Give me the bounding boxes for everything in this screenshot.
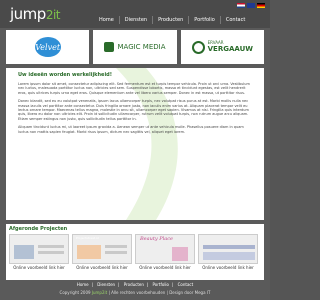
project-item[interactable]: Online voorbeeld link hier	[9, 234, 69, 272]
banner-magic-media[interactable]: MAGIC MEDIA	[93, 30, 177, 64]
footer-nav-portfolio[interactable]: Portfolio	[150, 282, 172, 287]
german-flag-icon[interactable]	[257, 3, 265, 8]
language-flags	[237, 3, 265, 8]
english-flag-icon[interactable]	[247, 3, 255, 8]
project-screenshot[interactable]: Projectstraat.nl	[72, 234, 132, 264]
logo-main: jump	[10, 5, 46, 23]
main-heading: Uw ideeën worden werkelijkheid!	[18, 72, 113, 78]
project-site-name: Beauty Place	[140, 236, 173, 242]
page: jump2it Home Diensten Producten Portfoli…	[0, 0, 270, 300]
banner-velvet[interactable]: Velvet	[6, 30, 90, 64]
paragraph: Lorem ipsum dolor sit amet, consectetur …	[18, 82, 250, 95]
header: jump2it Home Diensten Producten Portfoli…	[0, 0, 270, 28]
site-logo[interactable]: jump2it	[10, 5, 61, 23]
project-link[interactable]: Online voorbeeld link hier	[72, 265, 132, 270]
project-item[interactable]: Beauty Place Online voorbeeld link hier	[135, 234, 195, 272]
paragraph: Donec blandit, sed eu eu volutpat venena…	[18, 99, 249, 121]
ervaar-line2: VERGAAUW	[207, 45, 253, 53]
dutch-flag-icon[interactable]	[237, 3, 245, 8]
project-item[interactable]: Projectstraat.nl Online voorbeeld link h…	[72, 234, 132, 272]
main-content: Uw ideeën worden werkelijkheid! Lorem ip…	[6, 68, 264, 220]
project-item[interactable]: Online voorbeeld link hier	[198, 234, 258, 272]
nav-contact[interactable]: Contact	[221, 16, 250, 24]
paragraph: Aliquam tincidunt luctus mi, ut laoreet …	[18, 125, 244, 134]
nav-portfolio[interactable]: Portfolio	[189, 16, 221, 24]
content-text: Uw ideeën worden werkelijkheid! Lorem ip…	[18, 72, 250, 138]
projects-title: Afgeronde Projecten	[9, 226, 68, 232]
footer-nav-home[interactable]: Home	[74, 282, 92, 287]
project-site-name: Projectstraat.nl	[76, 236, 99, 240]
ervaar-logo: ERVAAR VERGAAUW	[191, 40, 253, 54]
project-screenshot[interactable]: Beauty Place	[135, 234, 195, 264]
project-link[interactable]: Online voorbeeld link hier	[9, 265, 69, 270]
project-link[interactable]: Online voorbeeld link hier	[135, 265, 195, 270]
footer-nav-producten[interactable]: Producten	[121, 282, 147, 287]
project-screenshot[interactable]	[9, 234, 69, 264]
copyright-prefix: Copyright 2009	[59, 290, 91, 295]
magic-media-mark-icon	[104, 42, 115, 52]
client-banners: Velvet MAGIC MEDIA ERVAAR VERGAAUW	[6, 30, 264, 64]
copyright-brand[interactable]: Jump2it	[92, 290, 107, 295]
project-screenshot[interactable]	[198, 234, 258, 264]
magic-media-text: MAGIC MEDIA	[117, 43, 166, 51]
velvet-logo: Velvet	[34, 37, 61, 57]
footer-nav-diensten[interactable]: Diensten	[94, 282, 118, 287]
main-nav: Home Diensten Producten Portfolio Contac…	[94, 16, 250, 24]
project-link[interactable]: Online voorbeeld link hier	[198, 265, 258, 270]
footer-nav: Home | Diensten | Producten | Portfolio | Co…	[0, 282, 270, 287]
logo-accent: 2it	[45, 8, 61, 22]
ervaar-mark-icon	[191, 40, 205, 54]
nav-home[interactable]: Home	[94, 16, 120, 24]
projects-section: Afgeronde Projecten Online voorbeeld lin…	[6, 224, 264, 280]
banner-ervaar[interactable]: ERVAAR VERGAAUW	[180, 30, 264, 64]
copyright-suffix: | Alle rechten voorbehouden | Design doo…	[108, 290, 211, 295]
nav-producten[interactable]: Producten	[153, 16, 190, 24]
project-thumbnails: Online voorbeeld link hier Projectstraat…	[9, 234, 258, 272]
magic-media-logo: MAGIC MEDIA	[104, 42, 166, 52]
footer-copyright: Copyright 2009 Jump2it | Alle rechten vo…	[0, 290, 270, 295]
footer-nav-contact[interactable]: Contact	[175, 282, 197, 287]
nav-diensten[interactable]: Diensten	[120, 16, 154, 24]
